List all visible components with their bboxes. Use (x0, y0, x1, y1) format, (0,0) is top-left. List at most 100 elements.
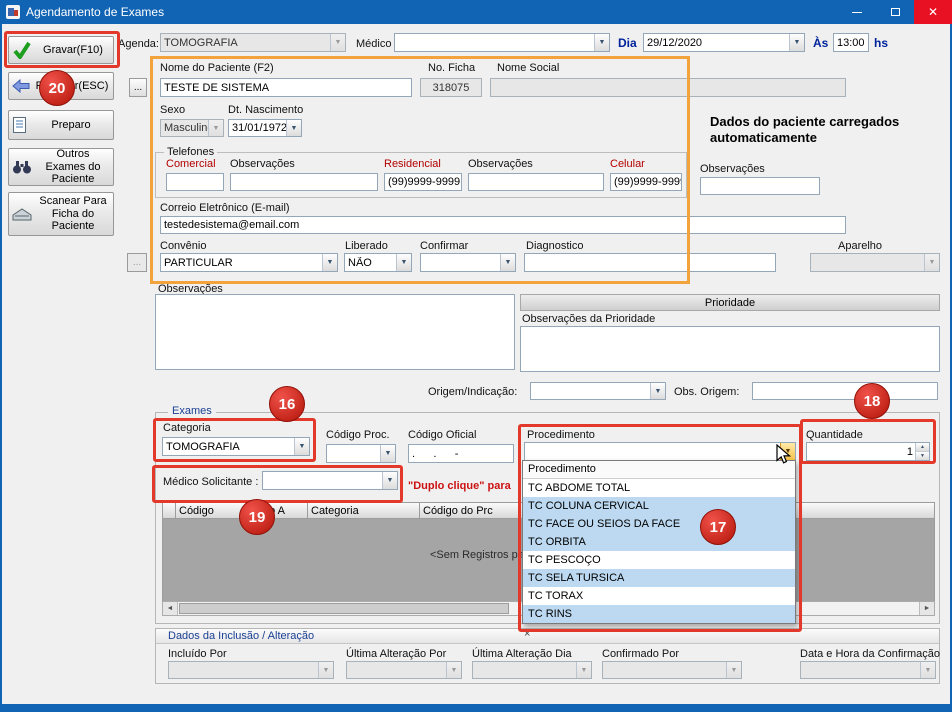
convenio-value: PARTICULAR (161, 257, 322, 269)
confirmar-select[interactable]: ▼ (420, 253, 516, 272)
codigo-proc-label: Código Proc. (326, 429, 390, 441)
spin-up-icon[interactable]: ▲ (916, 443, 929, 451)
chevron-down-icon[interactable]: ▼ (920, 662, 935, 678)
maximize-button[interactable] (876, 0, 914, 24)
chevron-down-icon[interactable]: ▼ (924, 254, 939, 271)
scroll-left-icon[interactable]: ◄ (163, 602, 178, 615)
scrollbar-thumb[interactable] (179, 603, 509, 614)
title-bar: Agendamento de Exames ✕ (0, 0, 952, 24)
confirmado-por-select[interactable]: ▼ (602, 661, 742, 679)
procedimento-option-4[interactable]: TC PESCOÇO (523, 551, 795, 569)
chevron-down-icon[interactable]: ▼ (286, 120, 301, 136)
dropdown-close-icon[interactable]: × (524, 628, 530, 640)
chevron-down-icon[interactable]: ▼ (650, 383, 665, 399)
procedimento-option-0[interactable]: TC ABDOME TOTAL (523, 479, 795, 497)
incluido-por-select[interactable]: ▼ (168, 661, 334, 679)
codigo-proc-select[interactable]: ▼ (326, 444, 396, 463)
chevron-down-icon[interactable]: ▼ (780, 443, 795, 460)
chevron-down-icon[interactable]: ▼ (208, 120, 223, 136)
scroll-right-icon[interactable]: ► (919, 602, 934, 615)
outros-exames-label: Outros Exames do Paciente (36, 148, 110, 186)
convenio-select[interactable]: PARTICULAR ▼ (160, 253, 338, 272)
procedimento-select[interactable]: ▼ (524, 442, 796, 461)
chevron-down-icon[interactable]: ▼ (789, 34, 804, 51)
medico-solicitante-label: Médico Solicitante : (163, 476, 258, 488)
observacoes-textarea[interactable] (155, 294, 515, 370)
scanear-button[interactable]: Scanear Para Ficha do Paciente (8, 192, 114, 236)
obs-origem-label: Obs. Origem: (674, 386, 739, 398)
gravar-label: Gravar(F10) (36, 44, 110, 57)
outros-exames-button[interactable]: Outros Exames do Paciente (8, 148, 114, 186)
comercial-input[interactable] (166, 173, 224, 191)
sexo-label: Sexo (160, 104, 185, 116)
medico-solicitante-select[interactable]: ▼ (262, 471, 398, 490)
chevron-down-icon[interactable]: ▼ (500, 254, 515, 271)
grid-indicator-column (162, 502, 176, 519)
quantidade-stepper[interactable]: 1 ▲ ▼ (806, 442, 930, 461)
gravar-button[interactable]: Gravar(F10) (8, 36, 114, 64)
annotation-badge-20: 20 (39, 70, 75, 106)
nome-paciente-value: TESTE DE SISTEMA (164, 82, 269, 94)
hora-input[interactable]: 13:00 (833, 33, 869, 52)
aparelho-select[interactable]: ▼ (810, 253, 940, 272)
chevron-down-icon[interactable]: ▼ (294, 438, 309, 455)
diagnostico-label: Diagnostico (526, 240, 583, 252)
diagnostico-input[interactable] (524, 253, 776, 272)
chevron-down-icon[interactable]: ▼ (330, 34, 345, 51)
codigo-oficial-mask: . . - (412, 448, 458, 460)
nascimento-select[interactable]: 31/01/1972 ▼ (228, 119, 302, 137)
origem-select[interactable]: ▼ (530, 382, 666, 400)
dia-date-select[interactable]: 29/12/2020 ▼ (643, 33, 805, 52)
procedimento-option-7[interactable]: TC RINS (523, 605, 795, 623)
minimize-button[interactable] (838, 0, 876, 24)
nome-paciente-input[interactable]: TESTE DE SISTEMA (160, 78, 412, 97)
obs-origem-input[interactable] (752, 382, 938, 400)
residencial-input[interactable]: (99)9999-9999 (384, 173, 462, 191)
celular-input[interactable]: (99)9999-9999 (610, 173, 682, 191)
preparo-button[interactable]: Preparo (8, 110, 114, 140)
procedimento-option-3[interactable]: TC ORBITA (523, 533, 795, 551)
grid-column-categoria[interactable]: Categoria (308, 502, 420, 519)
ultima-alteracao-por-select[interactable]: ▼ (346, 661, 462, 679)
annotation-badge-16: 16 (269, 386, 305, 422)
chevron-down-icon[interactable]: ▼ (594, 34, 609, 51)
observacoes-comercial-input[interactable] (230, 173, 378, 191)
chevron-down-icon[interactable]: ▼ (382, 472, 397, 489)
annotation-badge-18: 18 (854, 383, 890, 419)
procedimento-option-5[interactable]: TC SELA TURSICA (523, 569, 795, 587)
chevron-down-icon[interactable]: ▼ (576, 662, 591, 678)
observacoes-prioridade-textarea[interactable] (520, 326, 940, 372)
chevron-down-icon[interactable]: ▼ (446, 662, 461, 678)
chevron-down-icon[interactable]: ▼ (396, 254, 411, 271)
codigo-oficial-label: Código Oficial (408, 429, 476, 441)
spin-down-icon[interactable]: ▼ (916, 451, 929, 460)
browse-convenio-button[interactable]: ... (127, 253, 147, 272)
nome-social-label: Nome Social (497, 62, 559, 74)
procedimento-option-2[interactable]: TC FACE OU SEIOS DA FACE (523, 515, 795, 533)
procedimento-option-1[interactable]: TC COLUNA CERVICAL (523, 497, 795, 515)
grid-column-codigo-procedimento[interactable]: Código do Prc (420, 502, 530, 519)
chevron-down-icon[interactable]: ▼ (380, 445, 395, 462)
ultima-alteracao-dia-select[interactable]: ▼ (472, 661, 592, 679)
chevron-down-icon[interactable]: ▼ (318, 662, 333, 678)
categoria-select[interactable]: TOMOGRAFIA ▼ (162, 437, 310, 456)
chevron-down-icon[interactable]: ▼ (322, 254, 337, 271)
observacoes-celular-input[interactable] (700, 177, 820, 195)
data-hora-confirmacao-field[interactable]: ▼ (800, 661, 936, 679)
medico-select[interactable]: ▼ (394, 33, 610, 52)
minimize-icon (852, 12, 862, 13)
codigo-oficial-input[interactable]: . . - (408, 444, 514, 463)
chevron-down-icon[interactable]: ▼ (726, 662, 741, 678)
app-window: Agendamento de Exames ✕ Gravar(F10) Reto… (0, 0, 952, 712)
agenda-select[interactable]: TOMOGRAFIA ▼ (160, 33, 346, 52)
dia-label: Dia (618, 36, 637, 50)
observacoes-residencial-input[interactable] (468, 173, 604, 191)
browse-paciente-button[interactable]: ... (129, 78, 147, 97)
spinner-buttons[interactable]: ▲ ▼ (915, 443, 929, 460)
procedimento-option-6[interactable]: TC TORAX (523, 587, 795, 605)
email-input[interactable]: testedesistema@email.com (160, 216, 846, 234)
liberado-select[interactable]: NÃO ▼ (344, 253, 412, 272)
procedimento-dropdown-list: Procedimento TC ABDOME TOTAL TC COLUNA C… (522, 460, 796, 624)
close-button[interactable]: ✕ (914, 0, 952, 24)
sexo-select[interactable]: Masculino ▼ (160, 119, 224, 137)
